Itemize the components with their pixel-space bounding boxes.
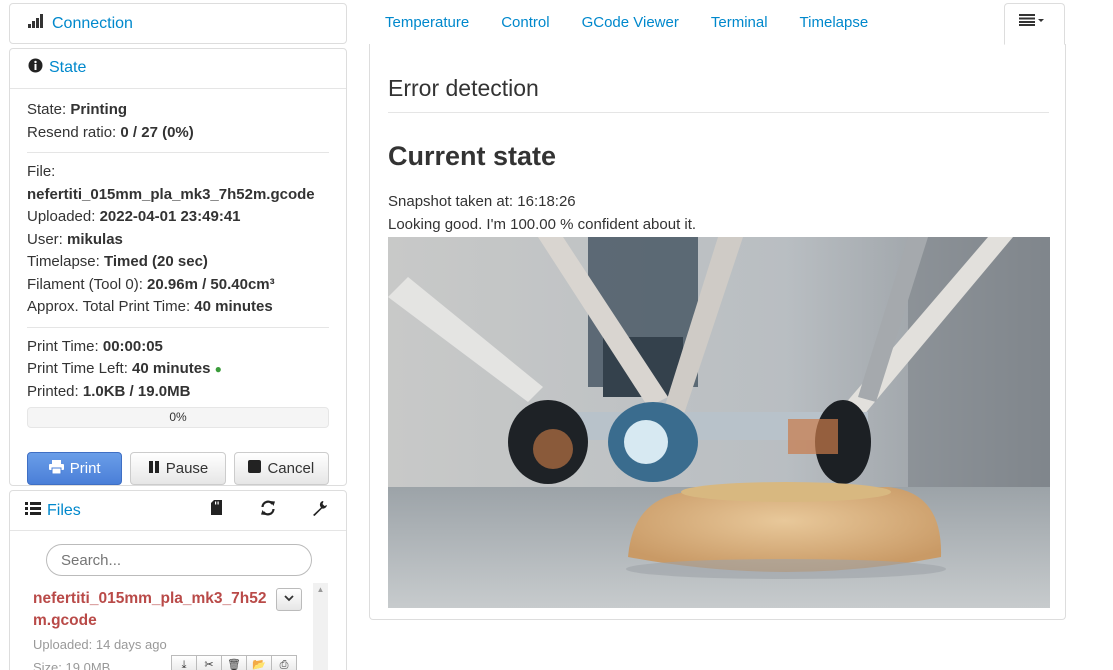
state-label: State [49,59,87,76]
resend-row: Resend ratio: 0 / 27 (0%) [27,123,194,141]
approx-time-row: Approx. Total Print Time: 40 minutes [27,298,273,315]
main-tabs: Temperature Control GCode Viewer Termina… [369,3,1066,45]
filament-row: Filament (Tool 0): 20.96m / 50.40cm³ [27,275,275,293]
list-icon [25,501,41,520]
file-list-scrollbar[interactable]: ▲ [313,583,328,670]
state-panel: State State: Printing Resend ratio: 0 / … [9,48,347,486]
wrench-icon[interactable] [294,500,346,521]
file-value: nefertiti_015mm_pla_mk3_7h52m.gcode [27,185,315,203]
files-header[interactable]: Files [25,501,81,520]
camera-snapshot [388,237,1050,608]
pause-icon [148,460,160,478]
file-dropdown-button[interactable] [276,588,302,611]
user-row: User: mikulas [27,230,123,248]
scroll-up-icon[interactable]: ▲ [313,585,328,594]
timelapse-row: Timelapse: Timed (20 sec) [27,253,208,270]
progress-text: 0% [169,410,187,424]
tab-terminal[interactable]: Terminal [695,3,784,43]
stop-icon [248,460,262,477]
status-dot-icon: ● [214,362,222,376]
current-state-heading: Current state [388,141,557,171]
connection-label: Connection [52,14,133,32]
state-header[interactable]: State [28,58,346,78]
state-value: Printing [70,101,128,118]
pause-button[interactable]: Pause [130,452,226,485]
state-row: State: Printing [27,101,128,118]
menu-list-icon [1019,14,1045,29]
snapshot-time: Snapshot taken at: 16:18:26 [388,193,576,210]
tab-timelapse[interactable]: Timelapse [784,3,885,43]
refresh-icon[interactable] [242,500,294,521]
search-input[interactable] [46,544,312,576]
file-name[interactable]: nefertiti_015mm_pla_mk3_7h52m.gcode [33,588,273,632]
tab-gcode-viewer[interactable]: GCode Viewer [566,3,695,43]
download-icon[interactable]: ⤓ [171,655,197,670]
files-panel: Files nefertiti_015mm_pla_mk3_7h52m.gcod… [9,490,347,670]
uploaded-row: Uploaded: 2022-04-01 23:49:41 [27,208,241,225]
confidence-text: Looking good. I'm 100.00 % confident abo… [388,215,697,233]
files-label: Files [47,501,81,519]
tab-control[interactable]: Control [485,3,565,43]
tab-temperature[interactable]: Temperature [369,3,485,43]
tab-more-menu[interactable] [1004,3,1065,45]
progress-bar: 0% [27,407,329,428]
printed-row: Printed: 1.0KB / 19.0MB [27,382,191,400]
sd-card-icon[interactable] [190,500,242,521]
info-circle-icon [28,58,43,78]
cancel-button[interactable]: Cancel [233,452,329,485]
chevron-down-icon [284,594,294,605]
time-left-row: Print Time Left: 40 minutes ● [27,360,222,377]
connection-header[interactable]: Connection [28,14,133,33]
folder-open-icon[interactable]: 📂 [246,655,272,670]
signal-bars-icon [28,14,46,33]
file-uploaded: Uploaded: 14 days ago [33,637,167,652]
print-time-row: Print Time: 00:00:05 [27,337,163,355]
print-file-icon[interactable]: ⎙ [271,655,297,670]
cut-icon[interactable]: ✂ [196,655,222,670]
file-label: File: [27,163,56,180]
page-title: Error detection [388,75,539,101]
print-button[interactable]: Print [27,452,123,485]
printer-icon [48,459,64,478]
error-detection-content: Error detection Current state Snapshot t… [369,44,1066,620]
connection-panel: Connection [9,3,347,44]
trash-icon[interactable]: 🗑 [221,655,247,670]
